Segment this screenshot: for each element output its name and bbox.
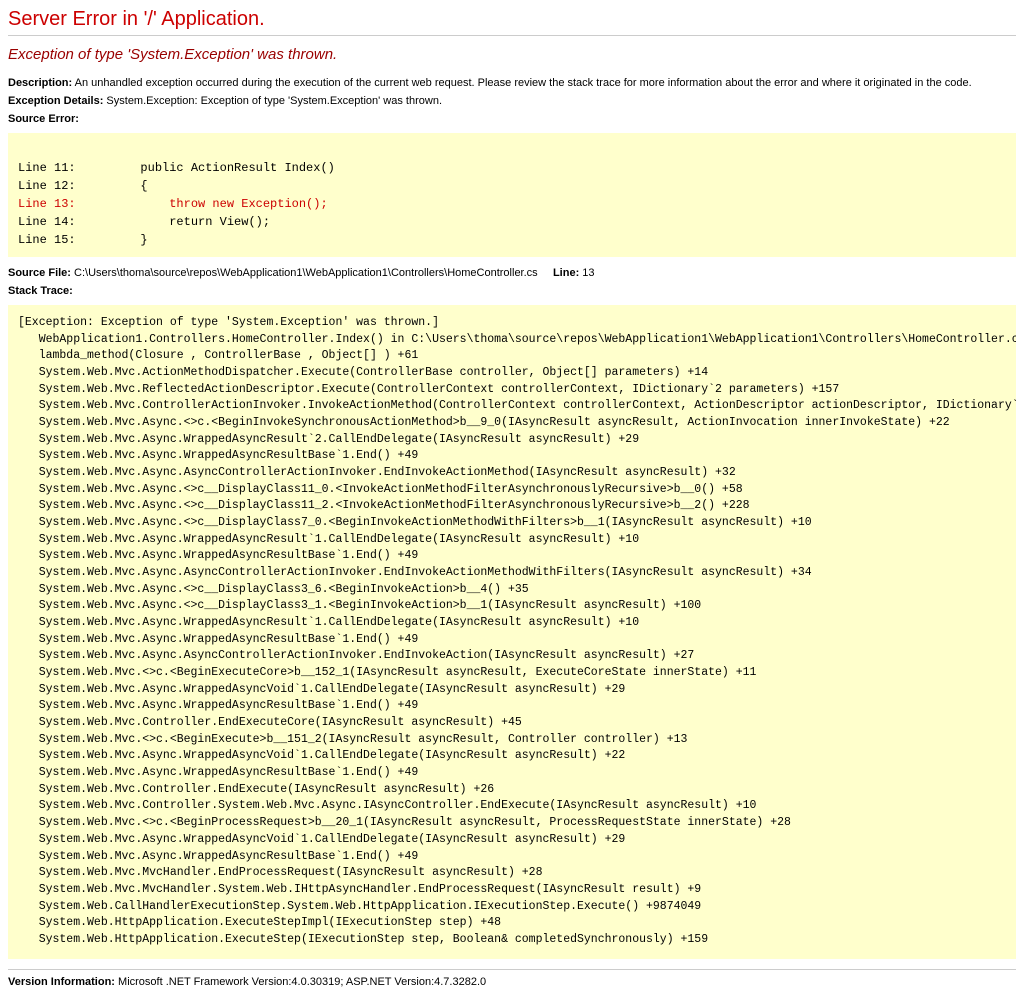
source-file-section: Source File: C:\Users\thoma\source\repos… <box>8 267 1016 279</box>
version-text: Microsoft .NET Framework Version:4.0.303… <box>118 976 486 988</box>
source-error-section: Source Error: <box>8 113 1016 125</box>
source-line-14: Line 14: return View(); <box>18 215 270 229</box>
stack-trace-section: Stack Trace: <box>8 285 1016 297</box>
exception-details-label: Exception Details: <box>8 95 103 107</box>
description-text: An unhandled exception occurred during t… <box>75 77 972 89</box>
source-line-13: Line 13: throw new Exception(); <box>18 197 328 211</box>
line-number: 13 <box>582 267 594 279</box>
bottom-divider <box>8 969 1016 970</box>
stack-trace-content: [Exception: Exception of type 'System.Ex… <box>8 305 1016 959</box>
source-line-11: Line 11: public ActionResult Index() <box>18 161 335 175</box>
description-section: Description: An unhandled exception occu… <box>8 77 1016 89</box>
source-file-path: C:\Users\thoma\source\repos\WebApplicati… <box>74 267 538 279</box>
source-error-code: Line 11: public ActionResult Index() Lin… <box>8 133 1016 257</box>
title-divider <box>8 35 1016 36</box>
line-label: Line: <box>553 267 579 279</box>
source-error-label: Source Error: <box>8 113 79 125</box>
version-label: Version Information: <box>8 976 115 988</box>
exception-details-section: Exception Details: System.Exception: Exc… <box>8 95 1016 107</box>
source-line-12: Line 12: { <box>18 179 148 193</box>
description-label: Description: <box>8 77 72 89</box>
exception-message: Exception of type 'System.Exception' was… <box>8 46 1016 63</box>
exception-details-text: System.Exception: Exception of type 'Sys… <box>106 95 442 107</box>
version-section: Version Information: Microsoft .NET Fram… <box>8 976 1016 988</box>
stack-trace-label: Stack Trace: <box>8 285 73 297</box>
source-file-label: Source File: <box>8 267 71 279</box>
source-line-15: Line 15: } <box>18 233 148 247</box>
page-title: Server Error in '/' Application. <box>8 8 1016 31</box>
